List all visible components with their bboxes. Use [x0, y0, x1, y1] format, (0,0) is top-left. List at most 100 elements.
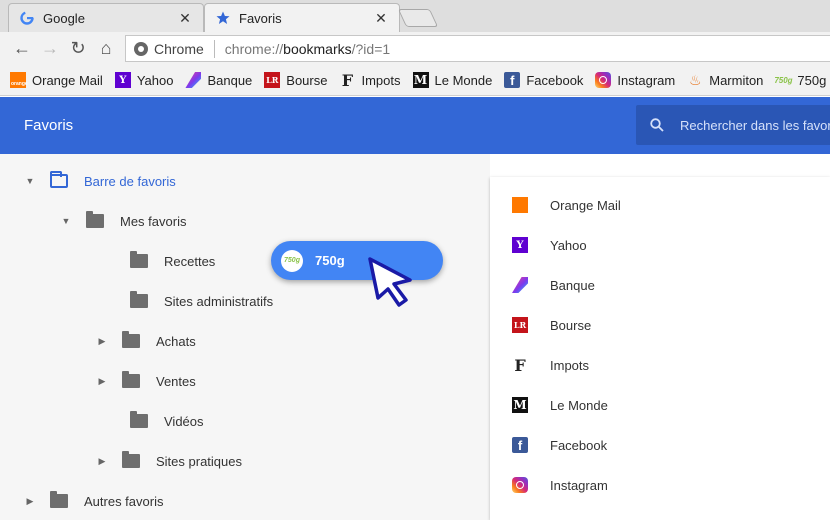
facebook-icon: f [504, 72, 521, 88]
bookmark-label: Impots [361, 72, 401, 88]
instagram-icon [595, 72, 612, 88]
bookmark-bourse[interactable]: LR Bourse [264, 72, 327, 88]
bookmark-impots[interactable]: F Impots [339, 71, 401, 90]
yahoo-icon: Y [114, 72, 131, 88]
tree-item-label: Sites pratiques [156, 453, 242, 469]
banque-icon [512, 277, 528, 293]
tree-item-autres-favoris[interactable]: ▶ Autres favoris [22, 481, 163, 520]
caret-right-icon[interactable]: ▶ [94, 336, 110, 347]
list-item[interactable]: f Facebook [512, 425, 607, 465]
tree-item-label: Mes favoris [120, 213, 187, 229]
bookmark-orange-mail[interactable]: orange Orange Mail [10, 72, 103, 88]
close-icon[interactable]: ✕ [373, 10, 389, 27]
url-suffix: /?id=1 [351, 40, 391, 57]
bookmark-label: Yahoo [136, 72, 174, 88]
bookmark-label: Le Monde [434, 72, 493, 88]
bourse-icon: LR [512, 317, 528, 333]
tab-favoris[interactable]: Favoris ✕ [204, 3, 400, 32]
drag-chip[interactable]: 750g 750g [271, 241, 443, 280]
tree-item-videos[interactable]: Vidéos [118, 401, 204, 441]
url-text: chrome://bookmarks/?id=1 [225, 41, 390, 57]
scheme-label: Chrome [154, 40, 204, 57]
tree-item-label: Ventes [156, 373, 196, 389]
tree-item-label: Achats [156, 333, 196, 349]
list-item[interactable]: Y Yahoo [512, 225, 587, 265]
list-item-label: Bourse [550, 317, 592, 333]
drag-chip-label: 750g [315, 253, 345, 268]
list-item[interactable]: Instagram [512, 465, 608, 505]
bookmark-label: Facebook [526, 72, 584, 88]
caret-down-icon[interactable]: ▼ [58, 216, 74, 226]
list-item-label: Impots [550, 357, 590, 373]
folder-open-icon [50, 171, 68, 188]
tab-title: Favoris [239, 10, 282, 26]
banque-icon [185, 72, 202, 88]
bookmark-label: Instagram [617, 72, 676, 88]
folder-icon [130, 291, 148, 308]
tree-item-barre-de-favoris[interactable]: ▼ Barre de favoris [22, 161, 176, 201]
tree-item-mes-favoris[interactable]: ▼ Mes favoris [58, 201, 186, 241]
list-item-label: Orange Mail [550, 197, 621, 213]
star-icon [215, 10, 231, 26]
tree-item-achats[interactable]: ▶ Achats [94, 321, 196, 361]
caret-right-icon[interactable]: ▶ [94, 376, 110, 387]
bookmark-label: Banque [207, 72, 253, 88]
bookmark-marmiton[interactable]: ♨ Marmiton [687, 72, 763, 88]
list-item[interactable]: F Impots [512, 345, 589, 385]
instagram-icon [512, 477, 528, 493]
tree-item-recettes[interactable]: Recettes [118, 241, 215, 281]
tree-item-sites-pratiques[interactable]: ▶ Sites pratiques [94, 441, 242, 481]
search-input[interactable]: Rechercher dans les favoris [636, 105, 830, 145]
chrome-icon [134, 41, 148, 56]
forward-button[interactable]: → [36, 35, 64, 63]
bookmark-instagram[interactable]: Instagram [595, 72, 675, 88]
bookmark-yahoo[interactable]: Y Yahoo [114, 72, 174, 88]
tree-item-label: Vidéos [164, 413, 204, 429]
le-monde-icon: M [412, 72, 429, 88]
tab-google[interactable]: Google ✕ [8, 3, 204, 32]
750g-icon: 750g [774, 75, 793, 85]
toolbar: ← → ↻ ⌂ Chrome chrome://bookmarks/?id=1 [0, 32, 830, 65]
folder-icon [122, 331, 140, 348]
home-button[interactable]: ⌂ [92, 35, 120, 63]
orange-icon [512, 197, 528, 213]
tree-item-label: Autres favoris [84, 493, 164, 509]
reload-button[interactable]: ↻ [64, 35, 92, 63]
folder-tree: ▼ Barre de favoris ▼ Mes favoris Recette… [0, 154, 490, 520]
caret-down-icon[interactable]: ▼ [22, 176, 38, 186]
bookmark-750g[interactable]: 750g 750g [774, 72, 827, 88]
mouse-pointer-icon [368, 257, 412, 307]
back-button[interactable]: ← [8, 35, 36, 63]
list-item-label: Instagram [550, 477, 608, 493]
list-item[interactable]: Banque [512, 265, 595, 305]
close-icon[interactable]: ✕ [177, 10, 193, 27]
bookmark-banque[interactable]: Banque [185, 72, 252, 88]
folder-icon [122, 451, 140, 468]
list-item-label: Yahoo [550, 237, 587, 253]
bookmark-label: Marmiton [709, 72, 764, 88]
tab-strip: Google ✕ Favoris ✕ [0, 0, 830, 32]
list-item[interactable]: Orange Mail [512, 185, 621, 225]
folder-icon [50, 491, 68, 508]
tab-title: Google [43, 10, 85, 26]
tree-item-ventes[interactable]: ▶ Ventes [94, 361, 196, 401]
list-item-label: Banque [550, 277, 595, 293]
folder-icon [86, 211, 104, 228]
list-item[interactable]: M Le Monde [512, 385, 608, 425]
address-bar[interactable]: Chrome chrome://bookmarks/?id=1 [125, 35, 830, 62]
marmiton-icon: ♨ [688, 71, 702, 88]
bookmark-le-monde[interactable]: M Le Monde [412, 72, 493, 88]
bookmark-facebook[interactable]: f Facebook [504, 72, 583, 88]
caret-right-icon[interactable]: ▶ [22, 496, 38, 507]
le-monde-icon: M [512, 397, 528, 413]
folder-icon [122, 371, 140, 388]
caret-right-icon[interactable]: ▶ [94, 456, 110, 467]
list-item-label: Facebook [550, 437, 608, 453]
new-tab-button[interactable] [397, 9, 439, 27]
bookmark-label: 750g [797, 72, 827, 88]
search-placeholder: Rechercher dans les favoris [680, 117, 830, 133]
list-item[interactable]: LR Bourse [512, 305, 591, 345]
url-host: bookmarks [283, 40, 352, 57]
tree-item-sites-administratifs[interactable]: Sites administratifs [118, 281, 273, 321]
bookmark-label: Bourse [286, 72, 328, 88]
